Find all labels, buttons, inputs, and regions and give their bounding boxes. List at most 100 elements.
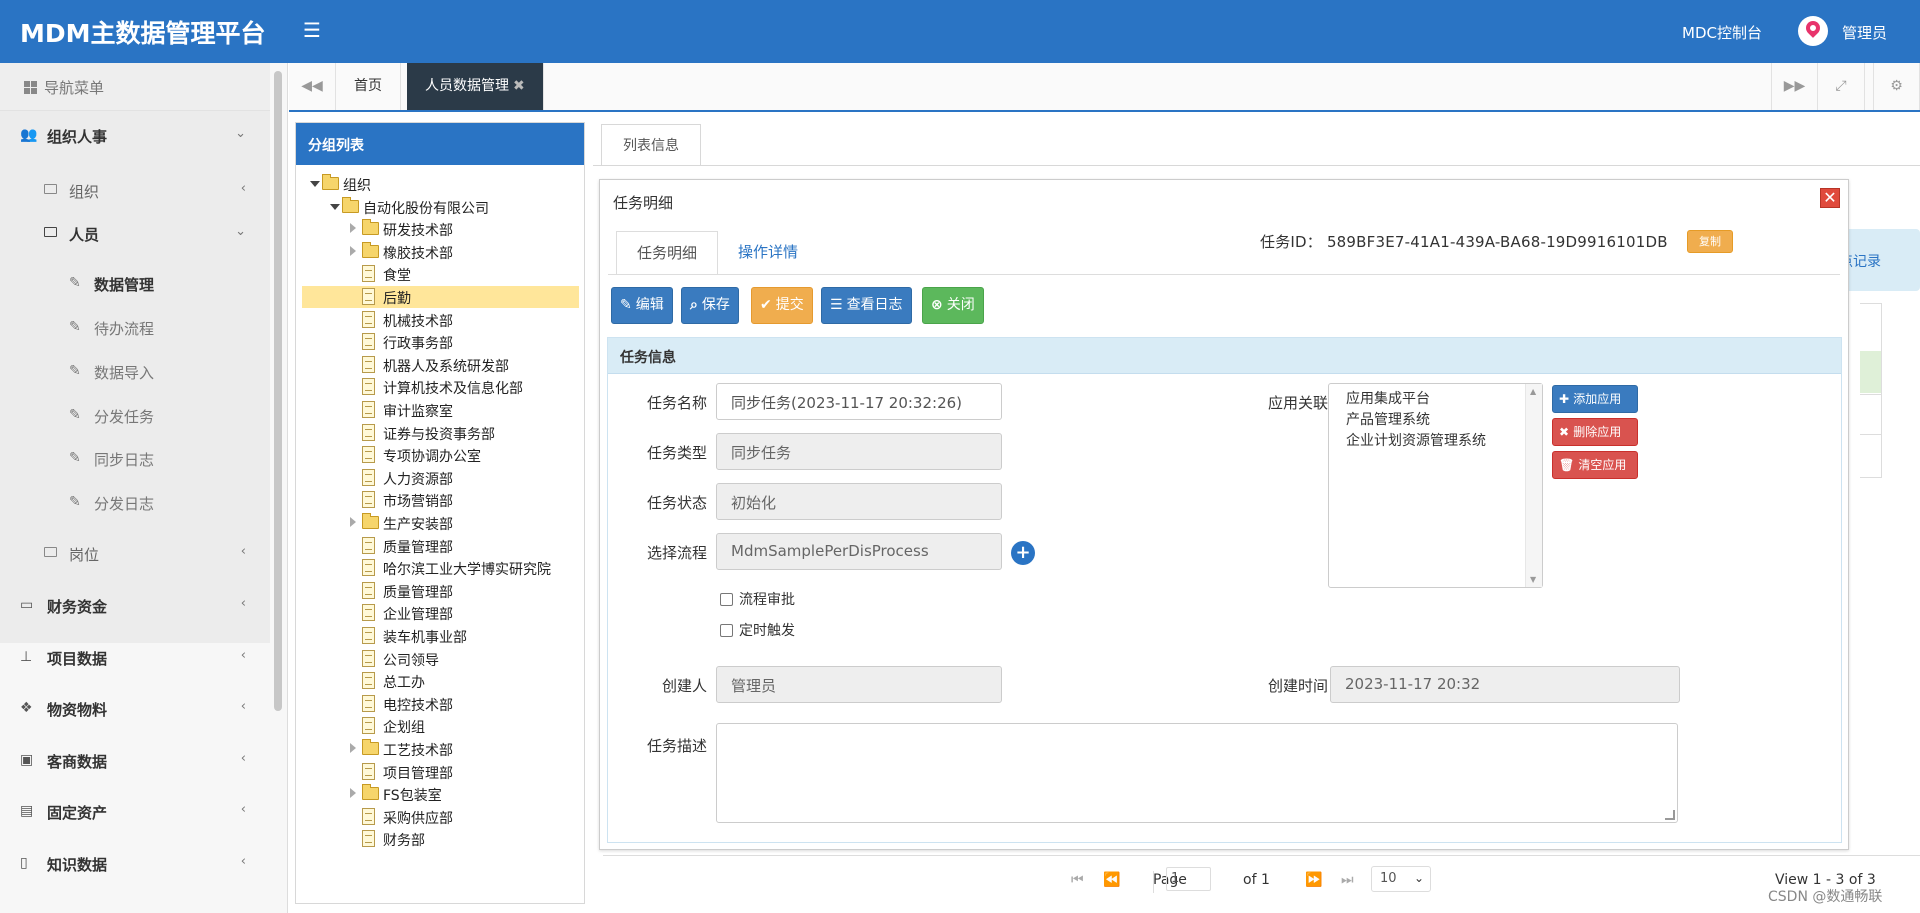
tree-node[interactable]: 研发技术部 bbox=[302, 218, 579, 240]
tab-task-detail[interactable]: 任务明细 bbox=[616, 231, 719, 275]
tree-node[interactable]: 审计监察室 bbox=[302, 399, 579, 421]
caret-right-icon[interactable] bbox=[350, 743, 356, 753]
tab-scroll-right-icon[interactable]: ▶▶ bbox=[1771, 63, 1818, 110]
tree-node[interactable]: 质量管理部 bbox=[302, 535, 579, 557]
tree-node[interactable]: 专项协调办公室 bbox=[302, 444, 579, 466]
close-button[interactable]: ⊗ 关闭 bbox=[922, 287, 984, 324]
tree-node[interactable]: 橡胶技术部 bbox=[302, 241, 579, 263]
tab-personnel-data[interactable]: 人员数据管理 ✖ bbox=[407, 63, 544, 110]
tab-scroll-left-icon[interactable]: ◀◀ bbox=[289, 63, 336, 110]
tree-node[interactable]: 企业管理部 bbox=[302, 602, 579, 624]
sidebar-item-todo-flow[interactable]: ✎ 待办流程 bbox=[0, 307, 270, 347]
last-page-icon[interactable]: ⏭ bbox=[1341, 872, 1354, 888]
edit-button[interactable]: ✎ 编辑 bbox=[611, 287, 673, 324]
flow-input[interactable]: MdmSamplePerDisProcess bbox=[716, 533, 1002, 570]
tree-node[interactable]: 电控技术部 bbox=[302, 693, 579, 715]
listbox-scrollbar[interactable] bbox=[1525, 384, 1542, 587]
timer-checkbox[interactable]: 定时触发 bbox=[720, 620, 795, 640]
page-size-select[interactable]: 10 ⌄ bbox=[1371, 866, 1431, 892]
add-app-button[interactable]: ✚ 添加应用 bbox=[1552, 385, 1638, 413]
tree-node[interactable]: FS包装室 bbox=[302, 783, 579, 805]
caret-right-icon[interactable] bbox=[350, 223, 356, 234]
tree-node[interactable]: 装车机事业部 bbox=[302, 625, 579, 647]
tree-node[interactable]: 计算机技术及信息化部 bbox=[302, 376, 579, 398]
sidebar-item-merchant[interactable]: ▣ 客商数据 ‹ bbox=[0, 740, 270, 780]
gear-icon[interactable]: ⚙ bbox=[1873, 63, 1920, 110]
user-menu[interactable]: 管理员 bbox=[1842, 22, 1887, 43]
sidebar-item-sync-log[interactable]: ✎ 同步日志 bbox=[0, 438, 270, 478]
tree-node[interactable]: 后勤 bbox=[302, 286, 579, 308]
app-listbox[interactable]: 应用集成平台 产品管理系统 企业计划资源管理系统 bbox=[1328, 383, 1543, 588]
sidebar-item-position[interactable]: 岗位 ‹ bbox=[0, 533, 270, 573]
tree-node[interactable]: 项目管理部 bbox=[302, 761, 579, 783]
app-option[interactable]: 产品管理系统 bbox=[1346, 409, 1430, 429]
task-type-input[interactable]: 同步任务 bbox=[716, 433, 1002, 470]
fullscreen-icon[interactable]: ⤢ bbox=[1818, 63, 1865, 110]
tree-node[interactable]: 人力资源部 bbox=[302, 467, 579, 489]
sidebar-item-data-import[interactable]: ✎ 数据导入 bbox=[0, 351, 270, 391]
sidebar-item-data-manage[interactable]: ✎ 数据管理 bbox=[0, 263, 270, 303]
creator-input[interactable]: 管理员 bbox=[716, 666, 1002, 703]
tree-node[interactable]: 公司领导 bbox=[302, 648, 579, 670]
delete-app-button[interactable]: ✖ 删除应用 bbox=[1552, 418, 1638, 446]
tree-node[interactable]: 质量管理部 bbox=[302, 580, 579, 602]
sidebar-item-dispatch-log[interactable]: ✎ 分发日志 bbox=[0, 482, 270, 522]
clear-app-button[interactable]: 🗑 清空应用 bbox=[1552, 451, 1638, 479]
sidebar-item-materials[interactable]: ❖ 物资物料 ‹ bbox=[0, 688, 270, 728]
approval-checkbox[interactable]: 流程审批 bbox=[720, 589, 795, 609]
prev-page-icon[interactable]: ⏪ bbox=[1103, 872, 1120, 888]
sidebar-item-org-hr[interactable]: 👥 组织人事 ⌄ bbox=[0, 115, 270, 155]
tree-node[interactable]: 机器人及系统研发部 bbox=[302, 354, 579, 376]
tab-list-info[interactable]: 列表信息 bbox=[601, 124, 701, 166]
tab-home[interactable]: 首页 bbox=[336, 63, 401, 110]
tab-operation-detail[interactable]: 操作详情 bbox=[718, 231, 818, 275]
submit-button[interactable]: ✔ 提交 bbox=[751, 287, 813, 324]
task-name-input[interactable]: 同步任务(2023-11-17 20:32:26) bbox=[716, 383, 1002, 420]
save-button[interactable]: ⌕ 保存 bbox=[681, 287, 739, 324]
app-option[interactable]: 企业计划资源管理系统 bbox=[1346, 430, 1486, 450]
sidebar-item-dispatch-task[interactable]: ✎ 分发任务 bbox=[0, 395, 270, 435]
tree-node[interactable]: 总工办 bbox=[302, 670, 579, 692]
sidebar-item-project[interactable]: ⊥ 项目数据 ‹ bbox=[0, 637, 270, 677]
sidebar-item-fixed-assets[interactable]: ▤ 固定资产 ‹ bbox=[0, 791, 270, 831]
tree-node[interactable]: 生产安装部 bbox=[302, 512, 579, 534]
caret-right-icon[interactable] bbox=[350, 517, 356, 527]
task-desc-textarea[interactable] bbox=[716, 723, 1678, 823]
add-flow-plus-icon[interactable]: + bbox=[1011, 541, 1035, 565]
task-status-input[interactable]: 初始化 bbox=[716, 483, 1002, 520]
first-page-icon[interactable]: ⏮ bbox=[1071, 872, 1084, 888]
sidebar-item-personnel[interactable]: 人员 ⌄ bbox=[0, 213, 270, 253]
tree-node[interactable]: 证券与投资事务部 bbox=[302, 422, 579, 444]
caret-right-icon[interactable] bbox=[350, 788, 356, 799]
console-link[interactable]: MDC控制台 bbox=[1682, 22, 1762, 43]
tree-node[interactable]: 采购供应部 bbox=[302, 806, 579, 828]
next-page-icon[interactable]: ⏩ bbox=[1305, 872, 1322, 888]
avatar[interactable] bbox=[1798, 16, 1828, 46]
tree-node[interactable]: 行政事务部 bbox=[302, 331, 579, 353]
close-icon[interactable]: ✕ bbox=[1820, 188, 1840, 208]
created-time-input[interactable]: 2023-11-17 20:32 bbox=[1330, 666, 1680, 703]
tree-node[interactable]: 工艺技术部 bbox=[302, 738, 579, 760]
close-icon[interactable]: ✖ bbox=[513, 78, 525, 94]
tree-node[interactable]: 哈尔滨工业大学博实研究院 bbox=[302, 557, 579, 579]
sidebar-item-finance[interactable]: ▭ 财务资金 ‹ bbox=[0, 585, 270, 625]
copy-button[interactable]: 复制 bbox=[1687, 230, 1733, 253]
caret-right-icon[interactable] bbox=[350, 245, 356, 256]
page-input[interactable]: 1 bbox=[1166, 867, 1211, 891]
sidebar-item-knowledge[interactable]: ▯ 知识数据 ‹ bbox=[0, 843, 270, 883]
caret-down-icon[interactable] bbox=[310, 181, 320, 187]
hamburger-icon[interactable]: ☰ bbox=[303, 18, 321, 42]
caret-down-icon[interactable] bbox=[330, 203, 340, 210]
tree-node[interactable]: 组织 bbox=[302, 173, 579, 195]
tree-node[interactable]: 机械技术部 bbox=[302, 309, 579, 331]
tree-node[interactable]: 财务部 bbox=[302, 828, 579, 850]
tree-node[interactable]: 企划组 bbox=[302, 715, 579, 737]
view-log-button[interactable]: ☰ 查看日志 bbox=[821, 287, 912, 324]
sidebar-scrollbar[interactable] bbox=[274, 71, 282, 711]
app-option[interactable]: 应用集成平台 bbox=[1346, 388, 1430, 408]
tree-node[interactable]: 市场营销部 bbox=[302, 489, 579, 511]
document-icon bbox=[362, 762, 375, 780]
sidebar-item-org[interactable]: 组织 ‹ bbox=[0, 170, 270, 210]
tree-node[interactable]: 食堂 bbox=[302, 263, 579, 285]
tree-node[interactable]: 自动化股份有限公司 bbox=[302, 196, 579, 218]
